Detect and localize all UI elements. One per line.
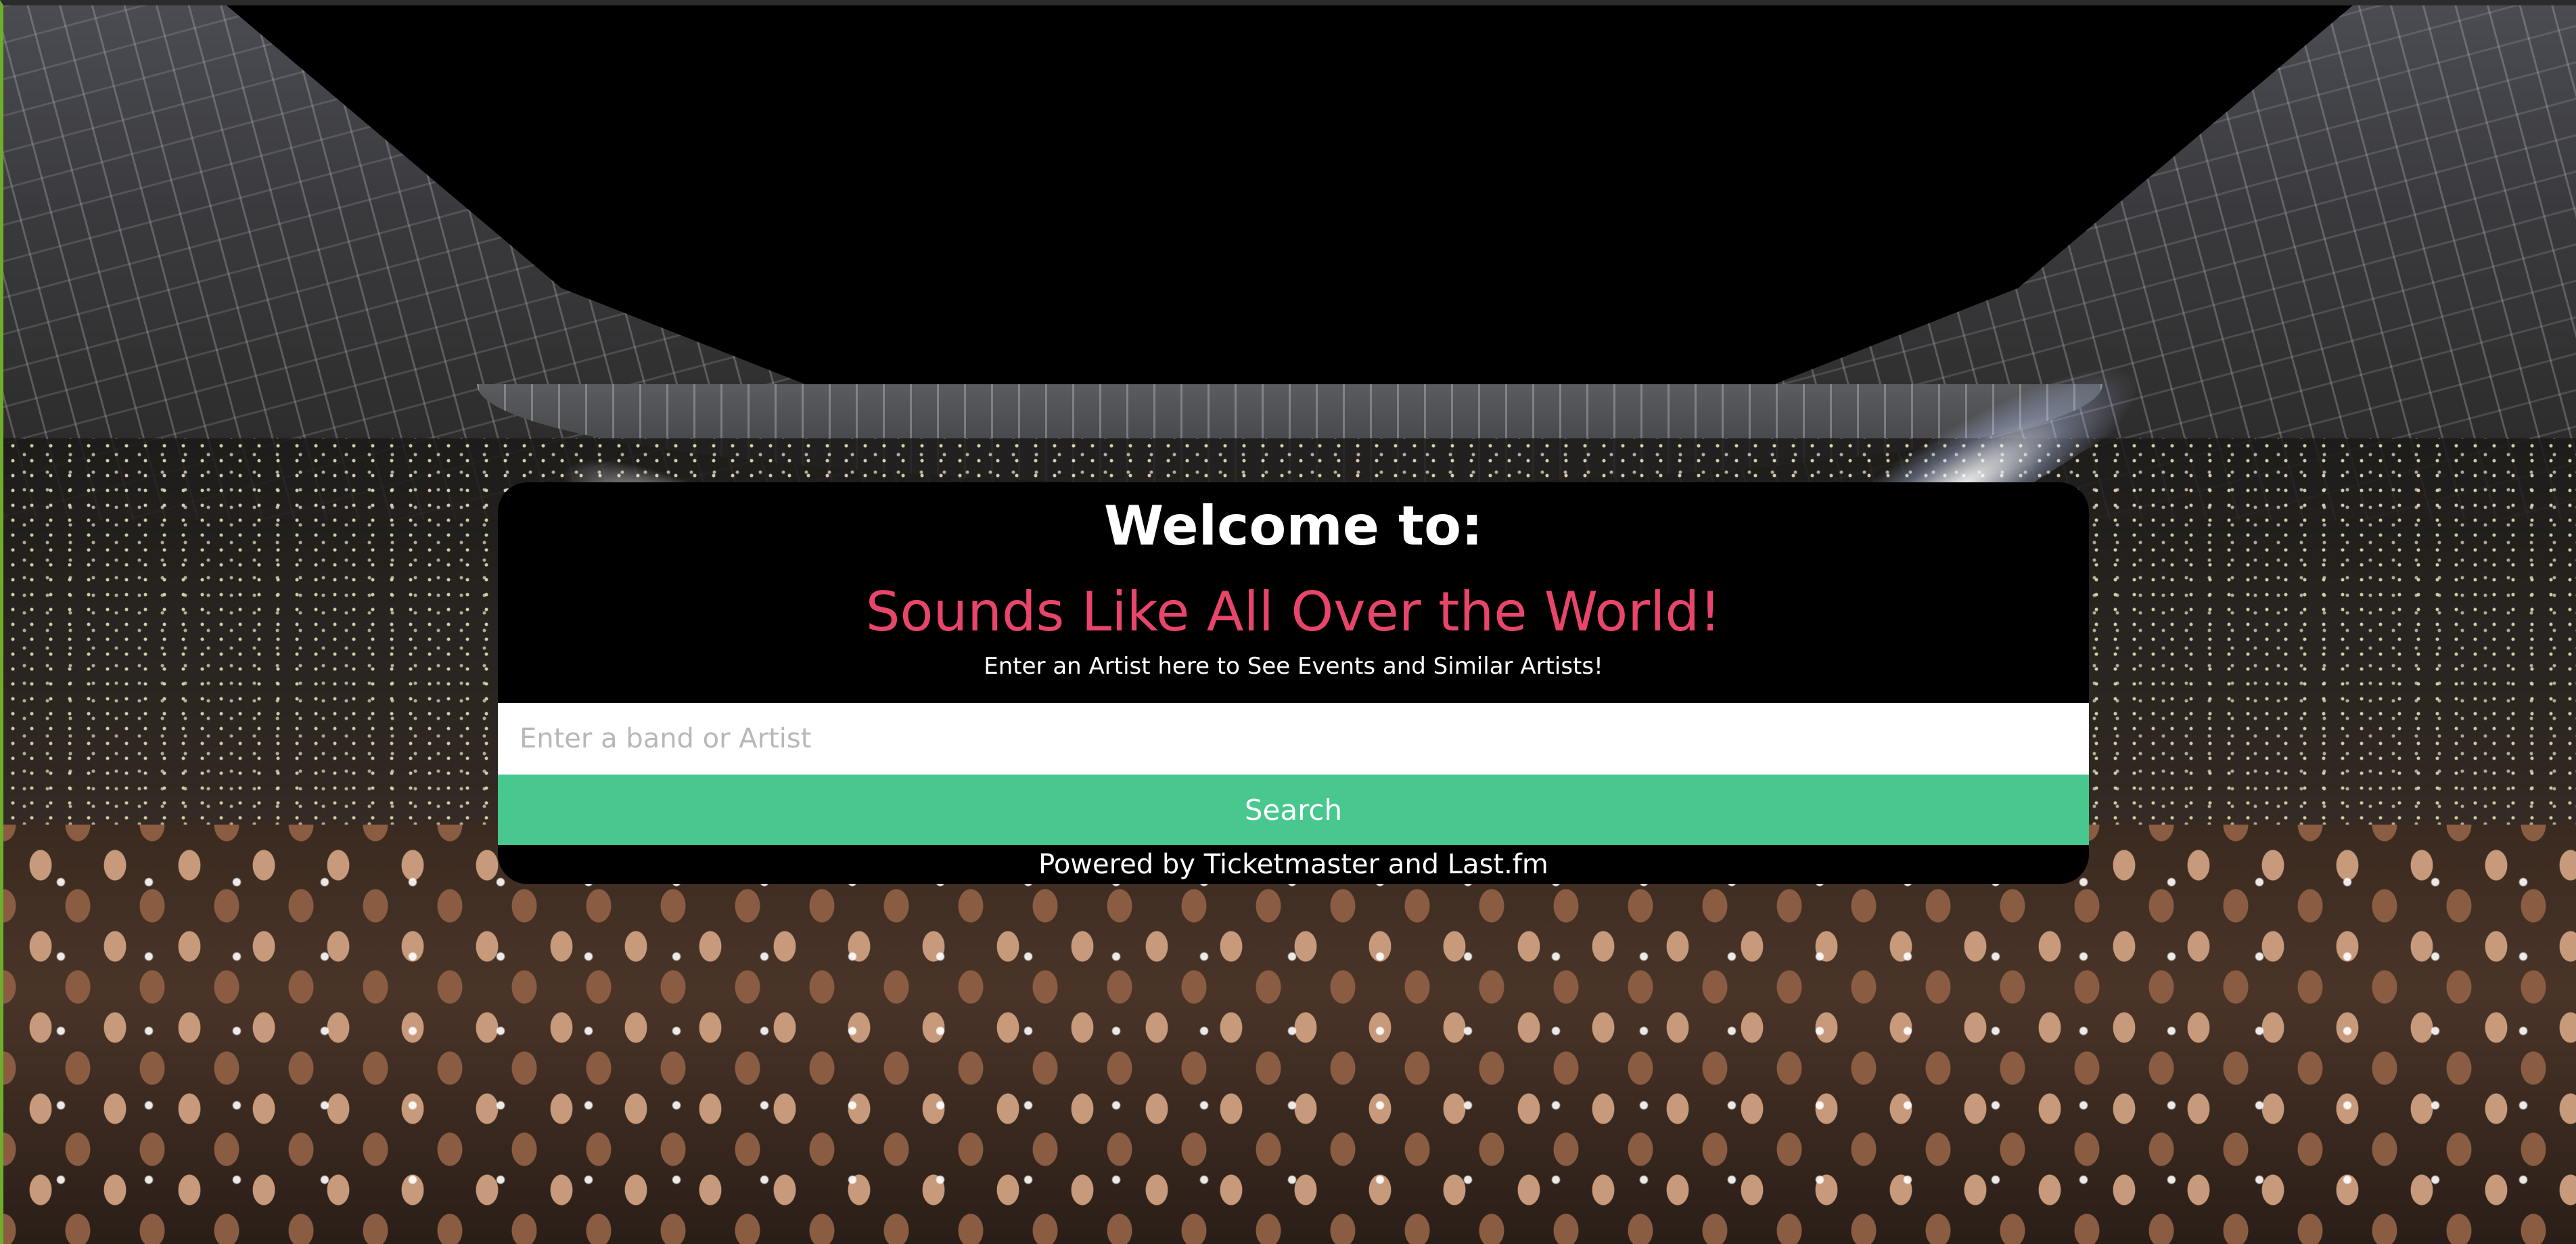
powered-by-text: Powered by Ticketmaster and Last.fm [1038, 849, 1548, 880]
page: Welcome to: Sounds Like All Over the Wor… [0, 0, 2576, 1244]
artist-search-input[interactable] [498, 703, 2089, 775]
crowd-front [3, 825, 2576, 1244]
welcome-heading: Welcome to: [1103, 494, 1484, 557]
app-title: Sounds Like All Over the World! [865, 580, 1722, 643]
search-button[interactable]: Search [498, 775, 2089, 845]
subtitle: Enter an Artist here to See Events and S… [984, 653, 1603, 680]
search-card: Welcome to: Sounds Like All Over the Wor… [498, 482, 2089, 884]
